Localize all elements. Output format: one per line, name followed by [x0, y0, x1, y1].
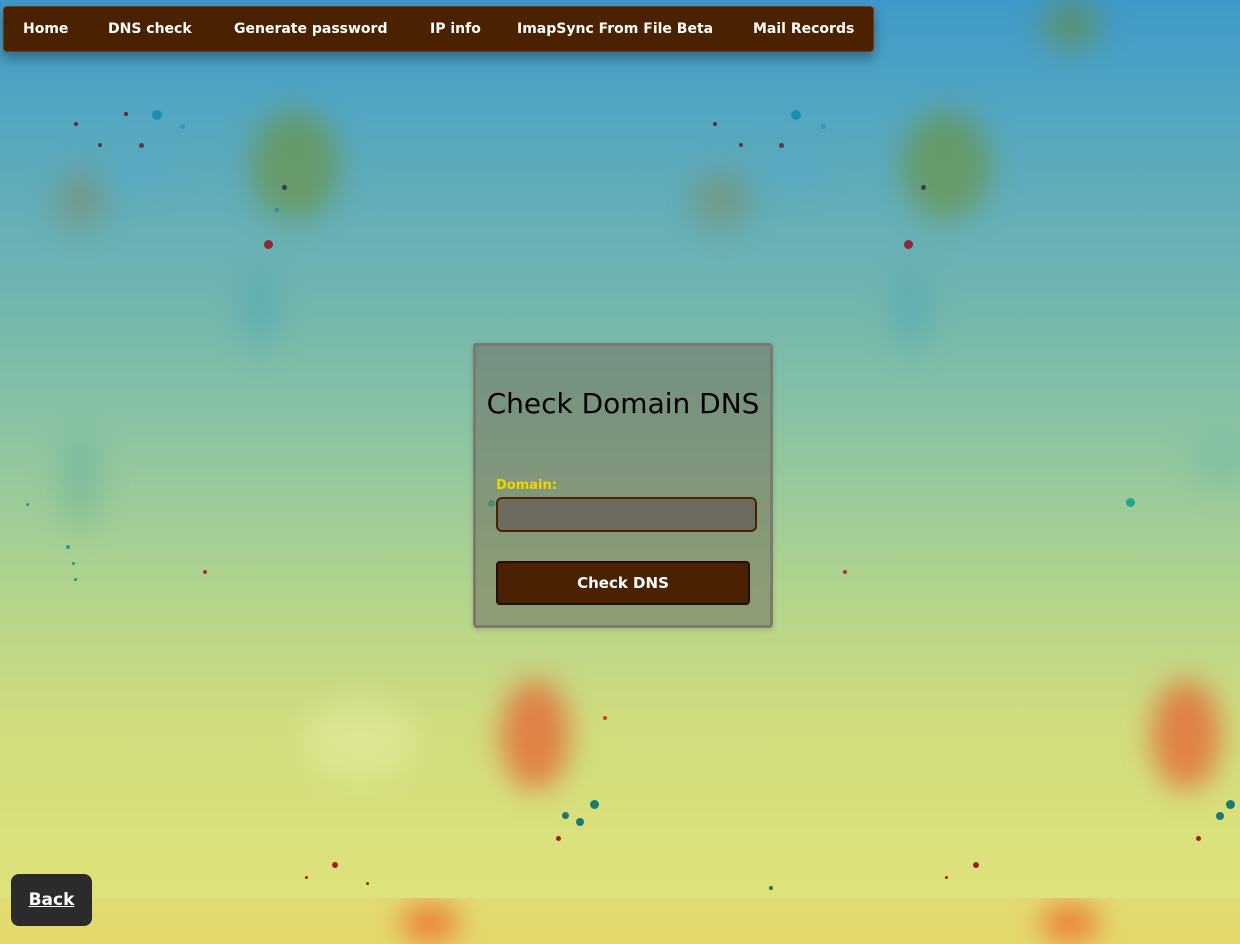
form-title: Check Domain DNS	[486, 387, 760, 420]
back-button[interactable]: Back	[11, 874, 92, 926]
top-navbar: Home DNS check Generate password IP info…	[3, 6, 874, 52]
domain-input[interactable]	[496, 497, 757, 532]
nav-link-imapsync-from-file[interactable]: ImapSync From File Beta	[517, 21, 713, 37]
nav-link-generate-password[interactable]: Generate password	[234, 21, 387, 37]
nav-link-ip-info[interactable]: IP info	[430, 21, 481, 37]
nav-link-mail-records[interactable]: Mail Records	[753, 21, 854, 37]
nav-link-home[interactable]: Home	[23, 21, 68, 37]
dns-check-form: Check Domain DNS Domain: Check DNS	[473, 343, 773, 628]
nav-link-dns-check[interactable]: DNS check	[108, 21, 192, 37]
back-link[interactable]: Back	[29, 890, 75, 910]
check-dns-button[interactable]: Check DNS	[496, 561, 750, 605]
background-bottom-strip	[0, 898, 1240, 944]
domain-label: Domain:	[496, 478, 557, 493]
